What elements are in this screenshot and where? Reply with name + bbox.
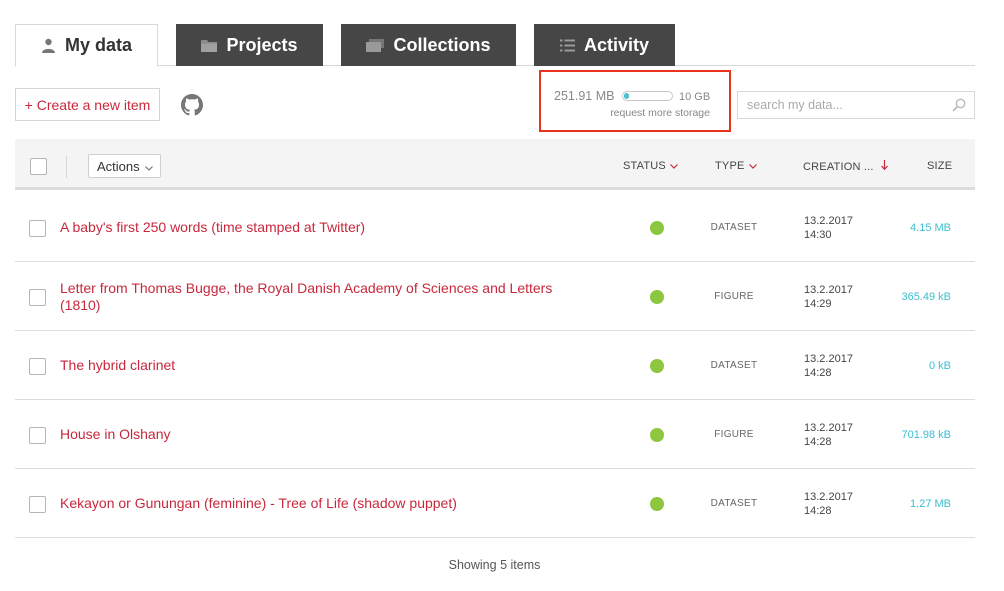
column-header-type[interactable]: TYPE [715,160,757,172]
status-indicator [650,428,664,442]
tab-label: Projects [226,34,298,55]
storage-used: 251.91 MB [554,89,615,103]
item-title-link[interactable]: House in Olshany [60,400,590,469]
time: 14:30 [804,229,832,241]
creation-date: 13.2.2017 14:28 [804,490,853,518]
time: 14:28 [804,367,832,379]
storage-progress-bar [622,91,673,101]
column-header-status[interactable]: STATUS [623,160,678,172]
tab-collections[interactable]: Collections [341,24,516,66]
status-indicator [650,221,664,235]
date: 13.2.2017 [804,215,853,227]
folder-icon [201,39,218,52]
column-label: STATUS [623,160,666,172]
item-size: 4.15 MB [910,222,951,234]
creation-date: 13.2.2017 14:29 [804,283,853,311]
tab-label: My data [64,35,133,55]
date: 13.2.2017 [804,422,853,434]
date: 13.2.2017 [804,353,853,365]
tab-label: Collections [393,34,491,55]
column-label: SIZE [927,160,953,172]
column-header-creation[interactable]: CREATION ... [803,160,888,173]
search-input[interactable] [738,92,938,118]
time: 14:28 [804,505,832,517]
item-type: DATASET [710,360,758,371]
item-type: FIGURE [714,429,754,440]
row-checkbox[interactable] [29,289,46,306]
chevron-down-icon [748,160,757,172]
actions-label: Actions [97,158,140,174]
tab-bar: My data Projects Collections Activity [15,24,975,67]
user-icon [41,38,56,53]
row-checkbox[interactable] [29,358,46,375]
table-row: A baby's first 250 words (time stamped a… [15,193,975,262]
storage-usage-panel: 251.91 MB 10 GB request more storage [539,70,731,132]
table-row: Letter from Thomas Bugge, the Royal Dani… [15,262,975,331]
status-indicator [650,359,664,373]
column-label: TYPE [715,160,745,172]
status-indicator [650,290,664,304]
select-all-checkbox[interactable] [30,158,47,175]
list-icon [559,39,575,52]
column-header-size[interactable]: SIZE [927,160,952,172]
item-size: 1.27 MB [910,498,951,510]
date: 13.2.2017 [804,491,853,503]
item-title-link[interactable]: A baby's first 250 words (time stamped a… [60,193,590,262]
item-count: Showing 5 items [448,558,541,572]
table-row: Kekayon or Gunungan (feminine) - Tree of… [15,469,975,538]
storage-progress-fill [624,93,629,99]
column-label: CREATION ... [803,161,874,173]
collections-icon [366,38,385,52]
search-box [737,91,975,119]
storage-total: 10 GB [679,91,711,103]
creation-date: 13.2.2017 14:28 [804,352,853,380]
create-item-button[interactable]: + Create a new item [15,88,160,121]
item-type: DATASET [710,498,758,509]
table-header: Actions STATUS TYPE CREATION ... SIZE [15,139,975,190]
table-row: House in Olshany FIGURE 13.2.2017 14:28 7… [15,400,975,469]
tab-projects[interactable]: Projects [176,24,323,66]
item-title-link[interactable]: Letter from Thomas Bugge, the Royal Dani… [60,262,590,331]
sort-down-arrow-icon [880,160,888,173]
creation-date: 13.2.2017 14:30 [804,214,853,242]
row-checkbox[interactable] [29,496,46,513]
github-icon[interactable] [181,94,203,116]
row-checkbox[interactable] [29,427,46,444]
time: 14:28 [804,436,832,448]
date: 13.2.2017 [804,284,853,296]
table-row: The hybrid clarinet DATASET 13.2.2017 14:… [15,331,975,400]
creation-date: 13.2.2017 14:28 [804,421,853,449]
item-title-link[interactable]: Kekayon or Gunungan (feminine) - Tree of… [60,469,590,538]
tab-my-data[interactable]: My data [15,24,158,67]
item-size: 701.98 kB [901,429,951,441]
divider [66,156,67,178]
item-type: DATASET [710,222,758,233]
request-storage-link[interactable]: request more storage [610,107,710,119]
status-indicator [650,497,664,511]
time: 14:29 [804,298,832,310]
row-checkbox[interactable] [29,220,46,237]
chevron-down-icon [670,160,678,172]
item-type: FIGURE [714,291,754,302]
search-icon[interactable] [952,98,966,112]
chevron-down-icon [144,159,153,174]
item-size: 0 kB [928,360,951,372]
tab-activity[interactable]: Activity [534,24,675,66]
tab-label: Activity [583,34,650,55]
actions-dropdown[interactable]: Actions [88,154,161,178]
item-title-link[interactable]: The hybrid clarinet [60,331,590,400]
item-size: 365.49 kB [901,291,951,303]
